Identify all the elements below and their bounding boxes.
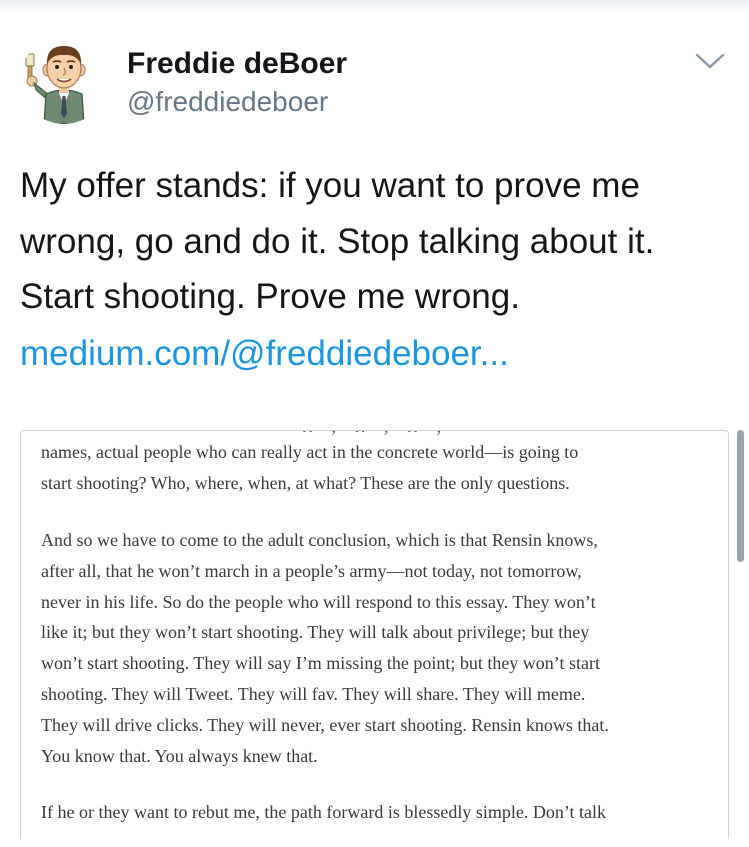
article-line: start shooting? Who, where, when, at wha… [41, 472, 570, 493]
article-paragraph: If he or they want to rebut me, the path… [41, 797, 711, 828]
article-line: shooting. They will Tweet. They will fav… [41, 683, 586, 704]
article-line: after all, that he won’t march in a peop… [41, 560, 582, 581]
article-line: If he or they want to rebut me, the path… [41, 802, 607, 822]
article-paragraph: names, actual people who can really act … [41, 437, 711, 499]
article-line: never in his life. So do the people who … [41, 591, 596, 612]
clipped-text-remnant: ‥ ‚ ‥ ‚ ‥ ‚ [21, 431, 728, 437]
tweet-text: My offer stands: if you want to prove me… [20, 166, 655, 316]
media-screenshot[interactable]: ‥ ‚ ‥ ‚ ‥ ‚ names, actual people who can… [20, 430, 729, 839]
top-divider [0, 0, 749, 12]
article-line: like it; but they won’t start shooting. … [41, 622, 590, 643]
article-line: won’t start shooting. They will say I’m … [41, 653, 600, 674]
author-handle[interactable]: @freddiedeboer [127, 85, 328, 119]
article-line: They will drive clicks. They will never,… [41, 714, 609, 735]
article-line: You know that. You always knew that. [41, 745, 318, 766]
tweet-link[interactable]: medium.com/@freddiedeboer... [20, 326, 509, 381]
scrollbar-thumb[interactable] [737, 430, 744, 562]
avatar-illustration [25, 46, 86, 124]
chevron-down-icon[interactable] [693, 50, 727, 72]
author-display-name[interactable]: Freddie deBoer [127, 46, 347, 82]
article-line: And so we have to come to the adult conc… [41, 530, 598, 550]
avatar[interactable] [20, 36, 108, 124]
article-line: names, actual people who can really act … [41, 442, 579, 462]
article-paragraph: And so we have to come to the adult conc… [41, 525, 711, 771]
